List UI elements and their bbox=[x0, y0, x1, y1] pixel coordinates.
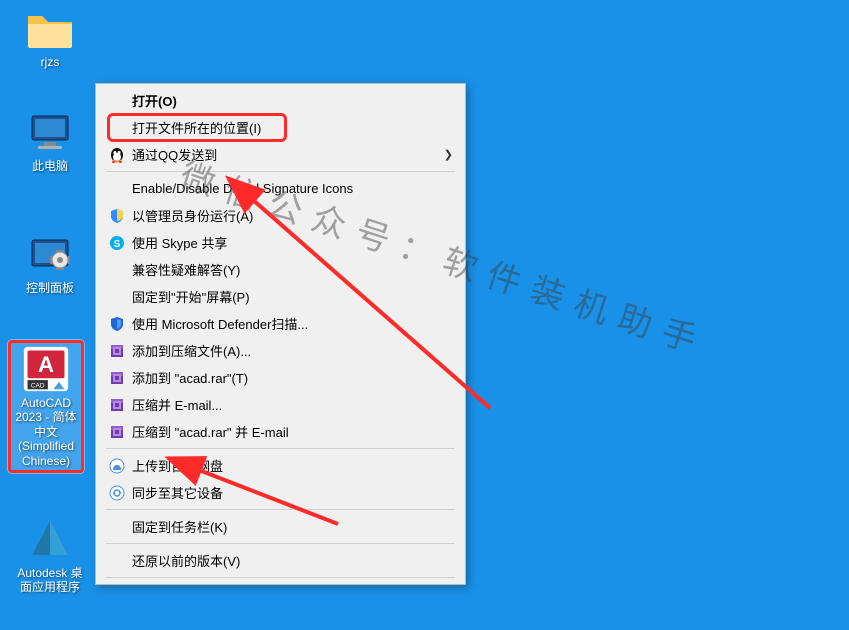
menu-item-label: 固定到任务栏(K) bbox=[132, 517, 453, 536]
this-pc[interactable]: 此电脑 bbox=[12, 108, 88, 173]
svg-text:S: S bbox=[114, 239, 121, 250]
desktop-icon-label: rjzs bbox=[39, 55, 62, 69]
menu-item-label: 以管理员身份运行(A) bbox=[132, 206, 453, 225]
menu-item-compat[interactable]: 兼容性疑难解答(Y) bbox=[98, 256, 463, 283]
menu-item-label: 上传到百度网盘 bbox=[132, 456, 453, 475]
pc-icon bbox=[26, 108, 74, 156]
menu-item-open[interactable]: 打开(O) bbox=[98, 87, 463, 114]
menu-item-label: 使用 Microsoft Defender扫描... bbox=[132, 314, 453, 333]
menu-item-baidu-upload[interactable]: 上传到百度网盘 bbox=[98, 452, 463, 479]
menu-item-label: 压缩到 "acad.rar" 并 E-mail bbox=[132, 422, 453, 441]
menu-item-compress-email[interactable]: 压缩并 E-mail... bbox=[98, 391, 463, 418]
menu-item-open-location[interactable]: 打开文件所在的位置(I) bbox=[98, 114, 463, 141]
rar-icon bbox=[106, 422, 128, 442]
rar-icon bbox=[106, 368, 128, 388]
menu-item-label: Enable/Disable Digital Signature Icons bbox=[132, 181, 453, 196]
menu-item-label: 打开(O) bbox=[132, 91, 453, 110]
rar-icon bbox=[106, 395, 128, 415]
menu-item-label: 固定到"开始"屏幕(P) bbox=[132, 287, 453, 306]
shield-icon bbox=[106, 206, 128, 226]
menu-item-label: 通过QQ发送到 bbox=[132, 145, 444, 164]
autodesk-icon bbox=[26, 515, 74, 563]
menu-separator bbox=[106, 543, 455, 544]
svg-text:A: A bbox=[38, 352, 54, 377]
autocad-icon: A CAD bbox=[22, 345, 70, 393]
desktop-icon-label: Autodesk 桌面应用程序 bbox=[12, 566, 88, 595]
menu-separator bbox=[106, 577, 455, 578]
blank-icon bbox=[106, 260, 128, 280]
blank-icon bbox=[106, 551, 128, 571]
menu-item-label: 还原以前的版本(V) bbox=[132, 551, 453, 570]
menu-item-label: 使用 Skype 共享 bbox=[132, 233, 453, 252]
menu-item-label: 打开文件所在的位置(I) bbox=[132, 118, 453, 137]
rar-icon bbox=[106, 341, 128, 361]
control-panel-icon bbox=[26, 230, 74, 278]
menu-item-label: 添加到 "acad.rar"(T) bbox=[132, 368, 453, 387]
control-panel[interactable]: 控制面板 bbox=[12, 230, 88, 295]
qq-icon bbox=[106, 145, 128, 165]
menu-separator bbox=[106, 171, 455, 172]
desktop-icon-label: AutoCAD 2023 - 简体中文 (Simplified Chinese) bbox=[11, 396, 81, 468]
blank-icon bbox=[106, 91, 128, 111]
blank-icon bbox=[106, 287, 128, 307]
sync-icon bbox=[106, 483, 128, 503]
autocad-2023[interactable]: A CAD AutoCAD 2023 - 简体中文 (Simplified Chin… bbox=[8, 340, 84, 473]
baidu-icon bbox=[106, 456, 128, 476]
chevron-right-icon: ❯ bbox=[444, 148, 453, 161]
menu-separator bbox=[106, 509, 455, 510]
folder-rjzs[interactable]: rjzs bbox=[12, 4, 88, 69]
skype-icon: S bbox=[106, 233, 128, 253]
menu-item-label: 兼容性疑难解答(Y) bbox=[132, 260, 453, 279]
blank-icon bbox=[106, 517, 128, 537]
menu-item-restore-prev[interactable]: 还原以前的版本(V) bbox=[98, 547, 463, 574]
menu-item-skype-share[interactable]: S 使用 Skype 共享 bbox=[98, 229, 463, 256]
menu-item-label: 压缩并 E-mail... bbox=[132, 395, 453, 414]
autodesk-app[interactable]: Autodesk 桌面应用程序 bbox=[12, 515, 88, 595]
menu-item-qq-send[interactable]: 通过QQ发送到❯ bbox=[98, 141, 463, 168]
desktop-icon-label: 此电脑 bbox=[30, 159, 70, 173]
menu-item-run-as-admin[interactable]: 以管理员身份运行(A) bbox=[98, 202, 463, 229]
blank-icon bbox=[106, 179, 128, 199]
menu-item-pin-start[interactable]: 固定到"开始"屏幕(P) bbox=[98, 283, 463, 310]
blank-icon bbox=[106, 118, 128, 138]
menu-item-compress-acad-email[interactable]: 压缩到 "acad.rar" 并 E-mail bbox=[98, 418, 463, 445]
menu-separator bbox=[106, 448, 455, 449]
defender-icon bbox=[106, 314, 128, 334]
menu-item-label: 同步至其它设备 bbox=[132, 483, 453, 502]
menu-item-pin-taskbar[interactable]: 固定到任务栏(K) bbox=[98, 513, 463, 540]
menu-item-label: 添加到压缩文件(A)... bbox=[132, 341, 453, 360]
menu-item-defender[interactable]: 使用 Microsoft Defender扫描... bbox=[98, 310, 463, 337]
context-menu[interactable]: 打开(O) 打开文件所在的位置(I) 通过QQ发送到❯ Enable/Disable … bbox=[95, 83, 466, 585]
menu-item-add-archive[interactable]: 添加到压缩文件(A)... bbox=[98, 337, 463, 364]
svg-text:CAD: CAD bbox=[31, 382, 45, 389]
menu-item-digital-sig[interactable]: Enable/Disable Digital Signature Icons bbox=[98, 175, 463, 202]
menu-item-add-acad-rar[interactable]: 添加到 "acad.rar"(T) bbox=[98, 364, 463, 391]
desktop-icon-label: 控制面板 bbox=[24, 281, 76, 295]
folder-icon bbox=[26, 4, 74, 52]
menu-item-sync-devices[interactable]: 同步至其它设备 bbox=[98, 479, 463, 506]
